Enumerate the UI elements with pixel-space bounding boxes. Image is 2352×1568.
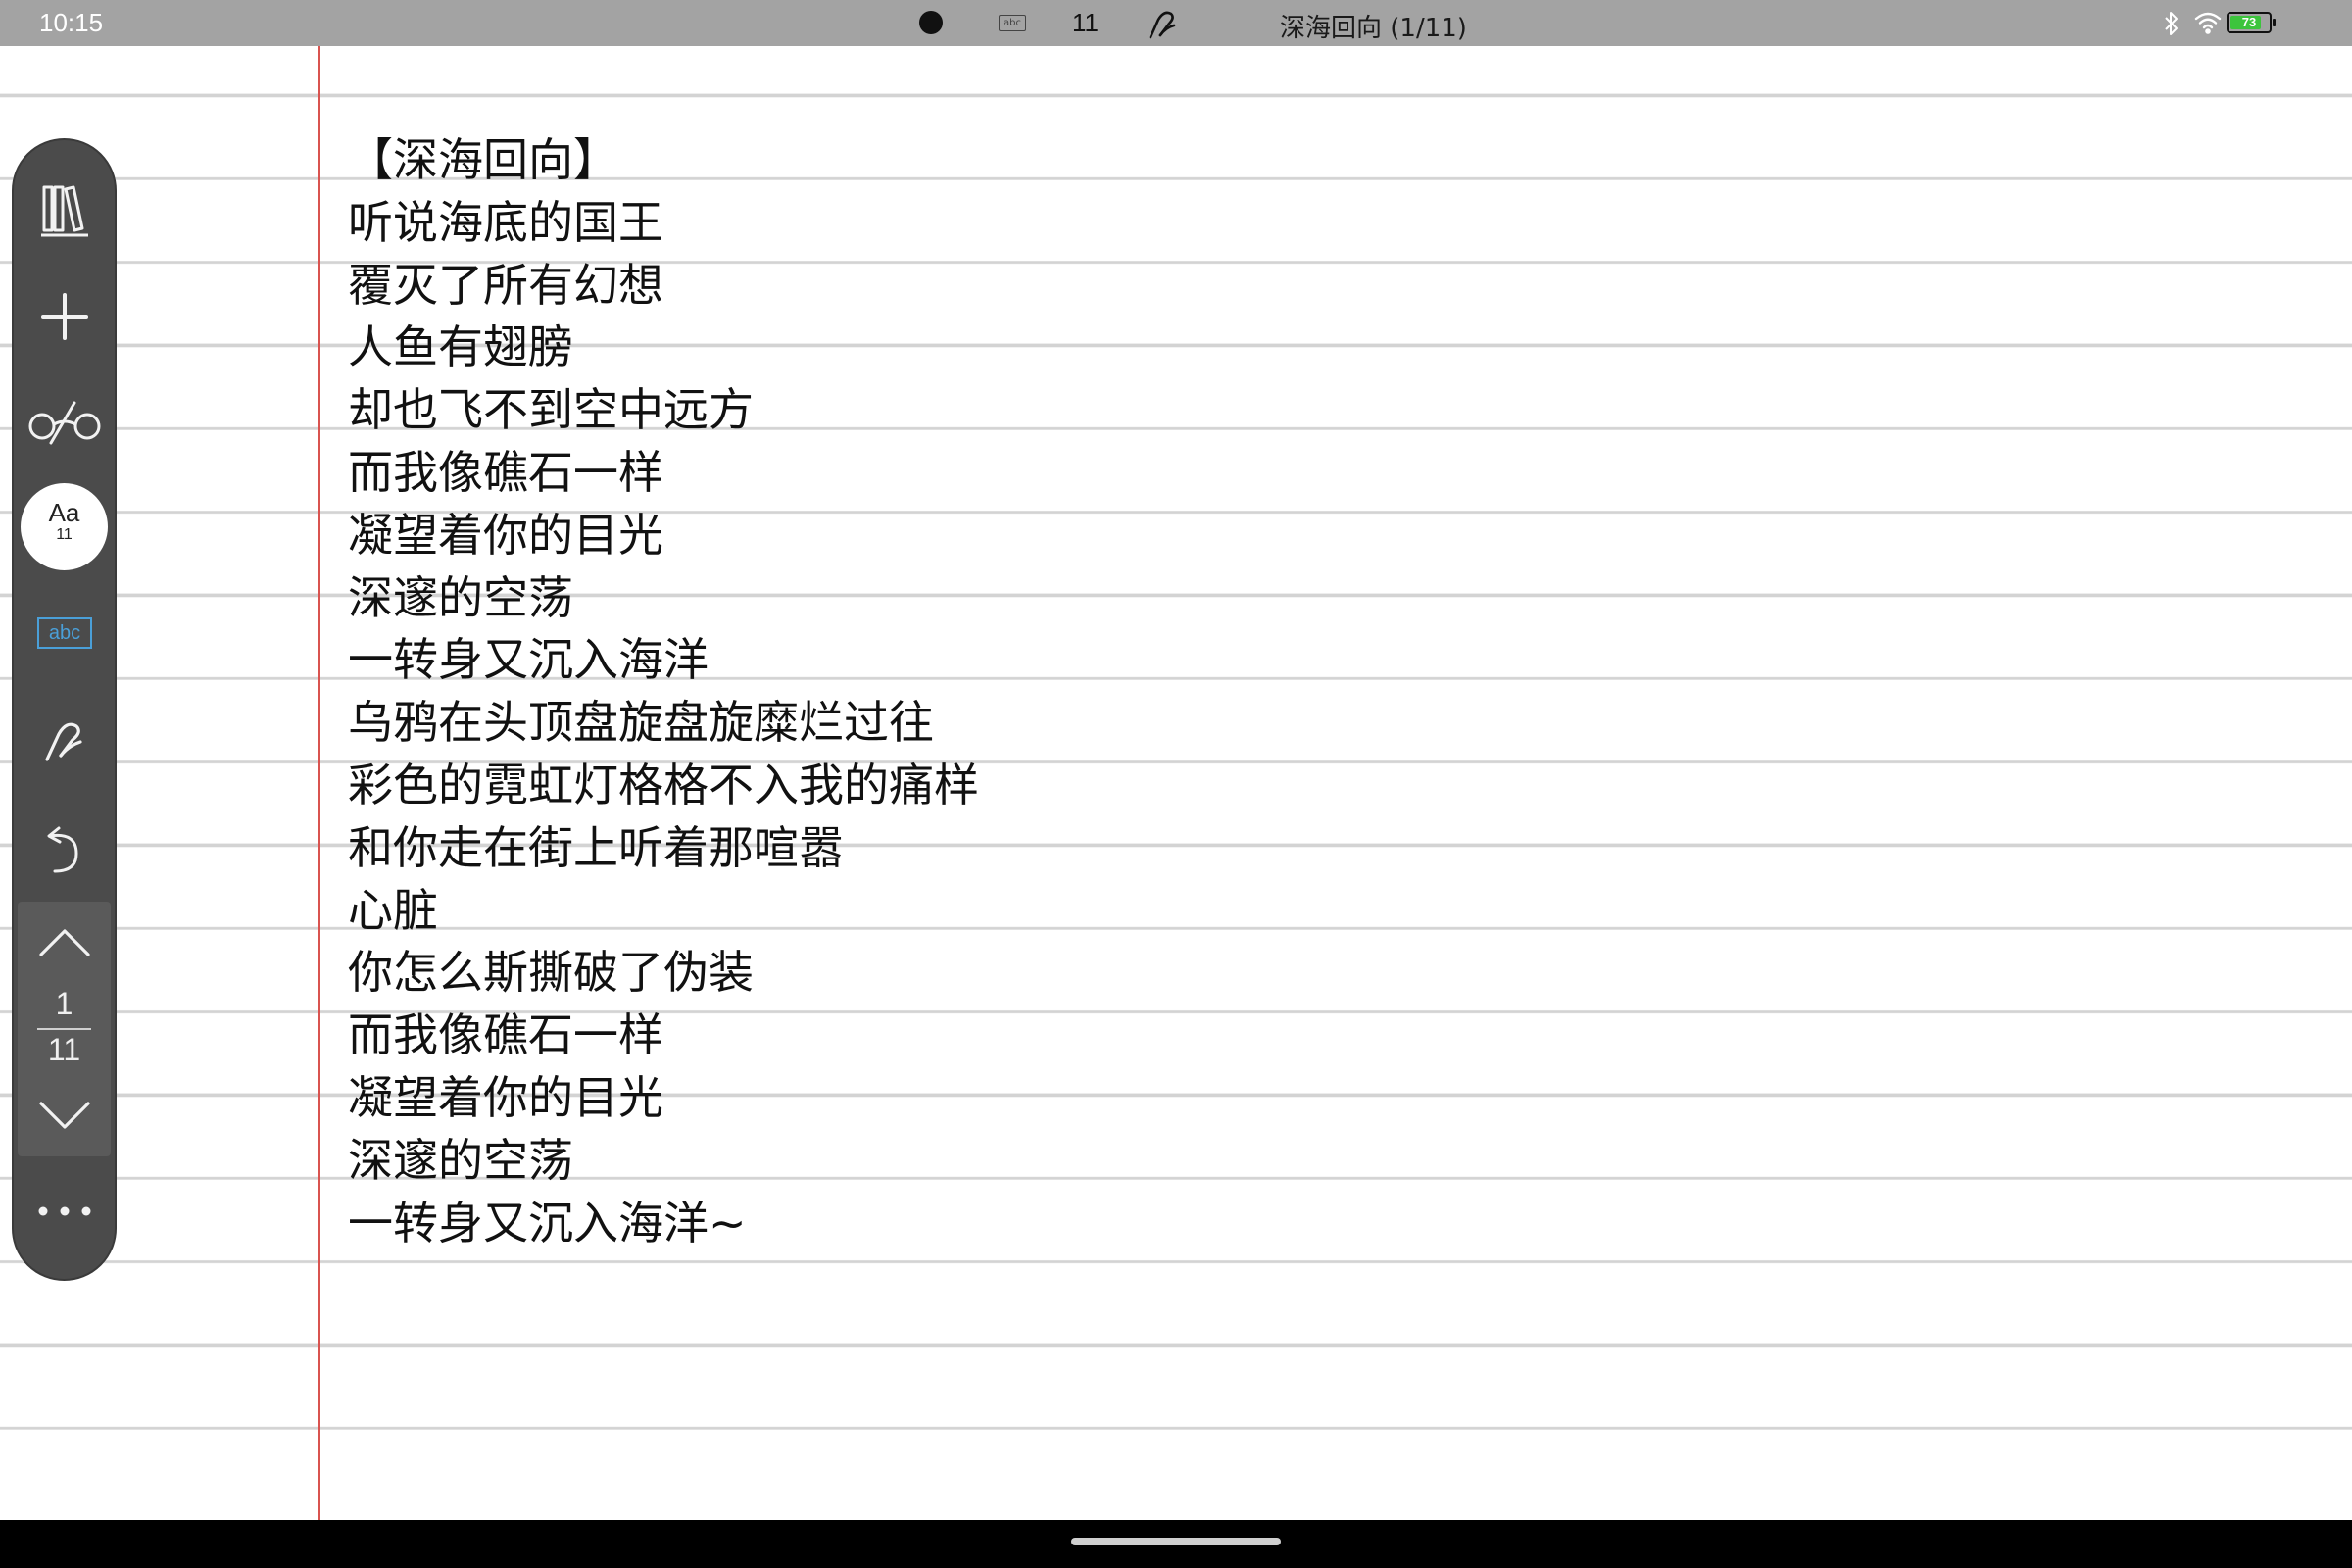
chevron-up-icon bbox=[37, 923, 92, 962]
navigation-bar bbox=[0, 1520, 2352, 1568]
bluetooth-icon bbox=[2162, 10, 2181, 37]
text-line: 人鱼有翅膀 bbox=[348, 320, 573, 374]
record-dot-icon[interactable] bbox=[919, 11, 943, 34]
text-line: 深邃的空荡 bbox=[348, 1133, 573, 1187]
text-line: 心脏 bbox=[348, 883, 438, 937]
wifi-icon bbox=[2193, 11, 2223, 34]
text-line: 而我像礁石一样 bbox=[348, 1008, 663, 1062]
text-line: 而我像礁石一样 bbox=[348, 445, 663, 499]
library-icon bbox=[39, 179, 90, 238]
add-button[interactable] bbox=[25, 277, 104, 356]
undo-icon bbox=[39, 822, 90, 877]
document-title: 深海回向 (1/11) bbox=[1280, 14, 1467, 43]
page-count-indicator: 11 bbox=[1072, 8, 1099, 37]
page-down-button[interactable] bbox=[25, 1076, 104, 1154]
pen-button[interactable] bbox=[25, 701, 104, 779]
abc-icon: abc bbox=[37, 617, 92, 649]
page-navigator: 1 11 bbox=[18, 902, 111, 1156]
notebook-page[interactable]: 【深海回向】 听说海底的国王 覆灭了所有幻想 人鱼有翅膀 却也飞不到空中远方 而… bbox=[0, 46, 2352, 1520]
page-divider bbox=[37, 1028, 91, 1030]
text-line: 却也飞不到空中远方 bbox=[348, 383, 754, 437]
undo-button[interactable] bbox=[25, 810, 104, 889]
glasses-icon bbox=[25, 397, 104, 446]
text-mode-indicator-icon[interactable]: abc bbox=[999, 15, 1026, 31]
floating-toolbar: Aa 11 abc 1 11 bbox=[12, 138, 117, 1281]
font-size-value: 11 bbox=[56, 526, 73, 543]
pen-icon bbox=[37, 712, 92, 767]
text-line: 【深海回向】 bbox=[348, 133, 618, 186]
text-line: 凝望着你的目光 bbox=[348, 508, 663, 562]
more-dots-icon bbox=[35, 1204, 94, 1218]
text-line: 凝望着你的目光 bbox=[348, 1070, 663, 1124]
text-line: 一转身又沉入海洋 bbox=[348, 633, 709, 687]
text-line: 覆灭了所有幻想 bbox=[348, 258, 663, 312]
text-line: 彩色的霓虹灯格格不入我的痛样 bbox=[348, 758, 979, 811]
total-pages: 11 bbox=[47, 1032, 81, 1067]
clock: 10:15 bbox=[39, 8, 104, 37]
home-indicator[interactable] bbox=[1071, 1538, 1281, 1545]
status-bar: 10:15 abc 11 深海回向 (1/11) 73 bbox=[0, 0, 2352, 46]
text-line: 一转身又沉入海洋~ bbox=[348, 1196, 747, 1250]
battery-icon: 73 bbox=[2227, 12, 2276, 33]
text-line: 和你走在街上听着那喧嚣 bbox=[348, 820, 844, 874]
text-mode-button[interactable]: abc bbox=[25, 594, 104, 672]
font-size-button[interactable]: Aa 11 bbox=[21, 483, 108, 570]
document-text[interactable]: 【深海回向】 听说海底的国王 覆灭了所有幻想 人鱼有翅膀 却也飞不到空中远方 而… bbox=[348, 129, 979, 1254]
text-line: 乌鸦在头顶盘旋盘旋糜烂过往 bbox=[348, 696, 934, 750]
battery-percent: 73 bbox=[2241, 15, 2257, 29]
plus-icon bbox=[39, 291, 90, 342]
pen-indicator-icon[interactable] bbox=[1143, 4, 1182, 43]
library-button[interactable] bbox=[25, 170, 104, 248]
reading-mode-button[interactable] bbox=[25, 382, 104, 461]
page-up-button[interactable] bbox=[25, 904, 104, 982]
text-line: 你怎么斯撕破了伪装 bbox=[348, 946, 754, 1000]
more-button[interactable] bbox=[25, 1172, 104, 1250]
margin-line bbox=[318, 46, 320, 1520]
text-line: 深邃的空荡 bbox=[348, 570, 573, 624]
text-line: 听说海底的国王 bbox=[348, 195, 663, 249]
font-label: Aa bbox=[48, 498, 80, 527]
current-page: 1 bbox=[55, 986, 74, 1021]
chevron-down-icon bbox=[37, 1096, 92, 1135]
